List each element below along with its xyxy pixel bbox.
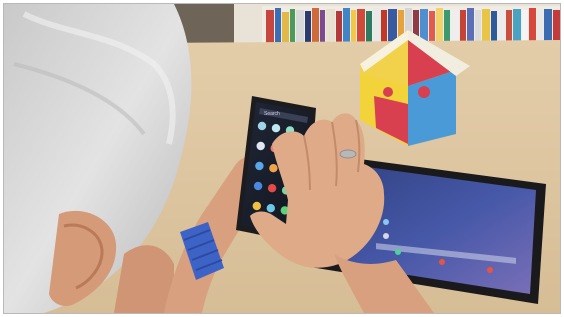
app-icon xyxy=(253,181,263,191)
app-icon xyxy=(266,204,275,213)
app-icon xyxy=(252,201,261,211)
person-head xyxy=(4,4,192,313)
app-icon xyxy=(255,161,264,171)
photo-illustration: Search xyxy=(4,4,560,313)
app-icon xyxy=(267,184,277,193)
photo: Search xyxy=(4,4,560,313)
app-icon xyxy=(257,121,267,131)
app-icon xyxy=(256,141,265,151)
phone-search-text: Search xyxy=(264,111,280,117)
photo-frame: Search xyxy=(0,0,564,317)
app-icon xyxy=(269,164,278,173)
app-icon xyxy=(271,124,281,133)
